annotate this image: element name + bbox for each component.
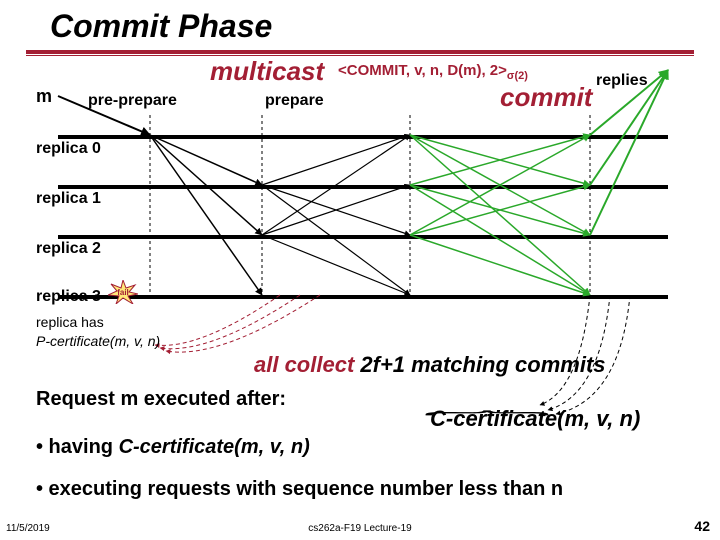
p-certificate-line2: P-certificate(m, v, n) <box>36 333 160 349</box>
p-certificate-line1: replica has <box>36 314 104 330</box>
all-collect-red: all collect <box>254 352 354 377</box>
bullet-executing-requests: • executing requests with sequence numbe… <box>36 478 563 501</box>
c-certificate-label: C-certificate(m, v, n) <box>430 406 640 432</box>
request-executed-after: Request m executed after: <box>36 388 286 411</box>
all-collect-rest: 2f+1 matching commits <box>354 352 605 377</box>
bullet1-a: • having <box>36 436 119 458</box>
bullet-having-ccert: • having C-certificate(m, v, n) <box>36 436 310 459</box>
message-diagram <box>0 0 720 540</box>
all-collect-text: all collect 2f+1 matching commits <box>254 352 606 378</box>
slide-number: 42 <box>694 518 710 534</box>
bullet1-b: C-certificate(m, v, n) <box>119 436 310 458</box>
footer-lecture: cs262a-F19 Lecture-19 <box>0 523 720 534</box>
